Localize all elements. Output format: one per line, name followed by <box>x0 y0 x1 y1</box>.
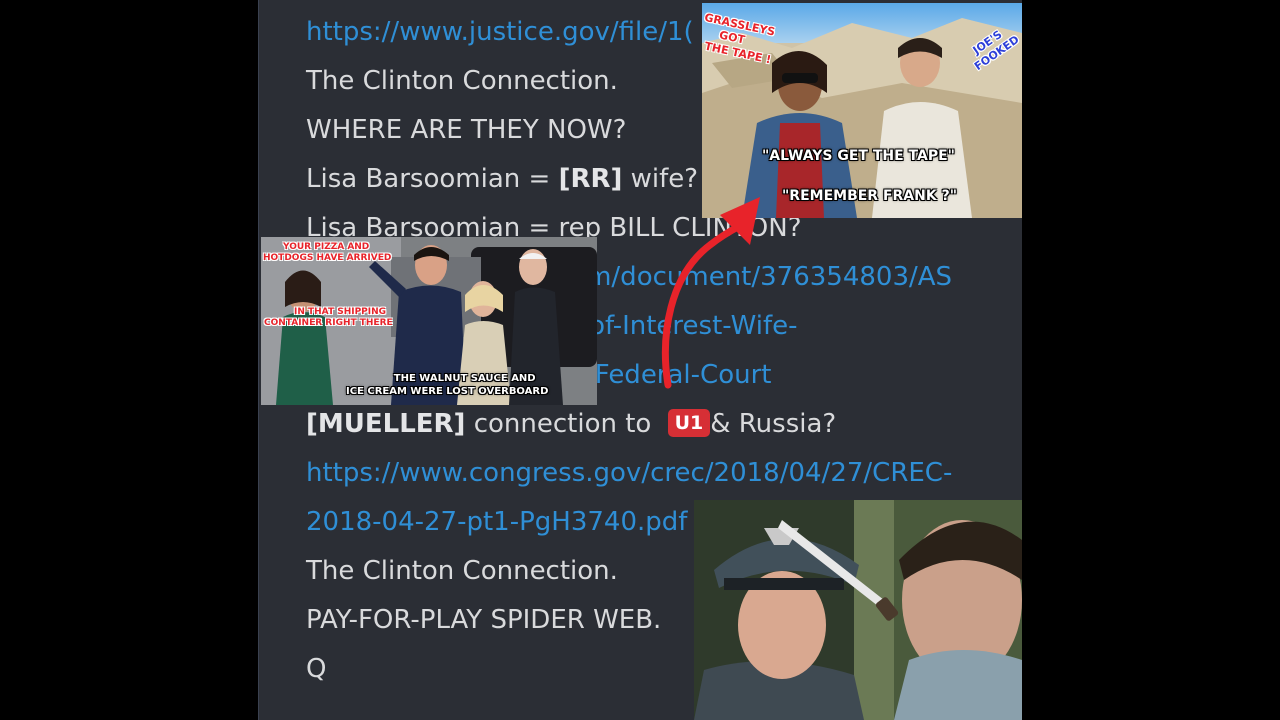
meme-left-middle-caption: IN THAT SHIPPING CONTAINER RIGHT THERE <box>264 307 393 328</box>
meme-quote-2: "REMEMBER FRANK ?" <box>782 188 957 204</box>
post-link[interactable]: https://www.justice.gov/file/1( <box>306 17 694 47</box>
line-text: connection to <box>465 409 660 439</box>
line-text: Lisa Barsoomian = <box>306 164 559 194</box>
photo-bottom-right <box>694 500 1022 720</box>
post-line[interactable]: https://www.congress.gov/crec/2018/04/27… <box>306 449 952 498</box>
meme-left-bottom-caption: THE WALNUT SAUCE AND ICE CREAM WERE LOST… <box>346 373 549 397</box>
post-line: [MUELLER] connection to U1 & Russia? <box>306 400 952 449</box>
post-link[interactable]: 2018-04-27-pt1-PgH3740.pdf <box>306 507 687 537</box>
film-still-image <box>694 500 1022 720</box>
post-link[interactable]: https://www.congress.gov/crec/2018/04/27… <box>306 458 952 488</box>
red-arrow-icon <box>661 197 760 389</box>
line-text: & Russia? <box>710 409 837 439</box>
meme-quote-1: "ALWAYS GET THE TAPE" <box>762 148 955 164</box>
line-strong: [MUELLER] <box>306 409 466 439</box>
u1-badge[interactable]: U1 <box>667 409 711 437</box>
meme-left-top-caption: YOUR PIZZA AND HOTDOGS HAVE ARRIVED <box>263 242 392 263</box>
line-strong: [RR] <box>558 164 623 194</box>
meme-image-left: YOUR PIZZA AND HOTDOGS HAVE ARRIVED IN T… <box>261 237 597 405</box>
